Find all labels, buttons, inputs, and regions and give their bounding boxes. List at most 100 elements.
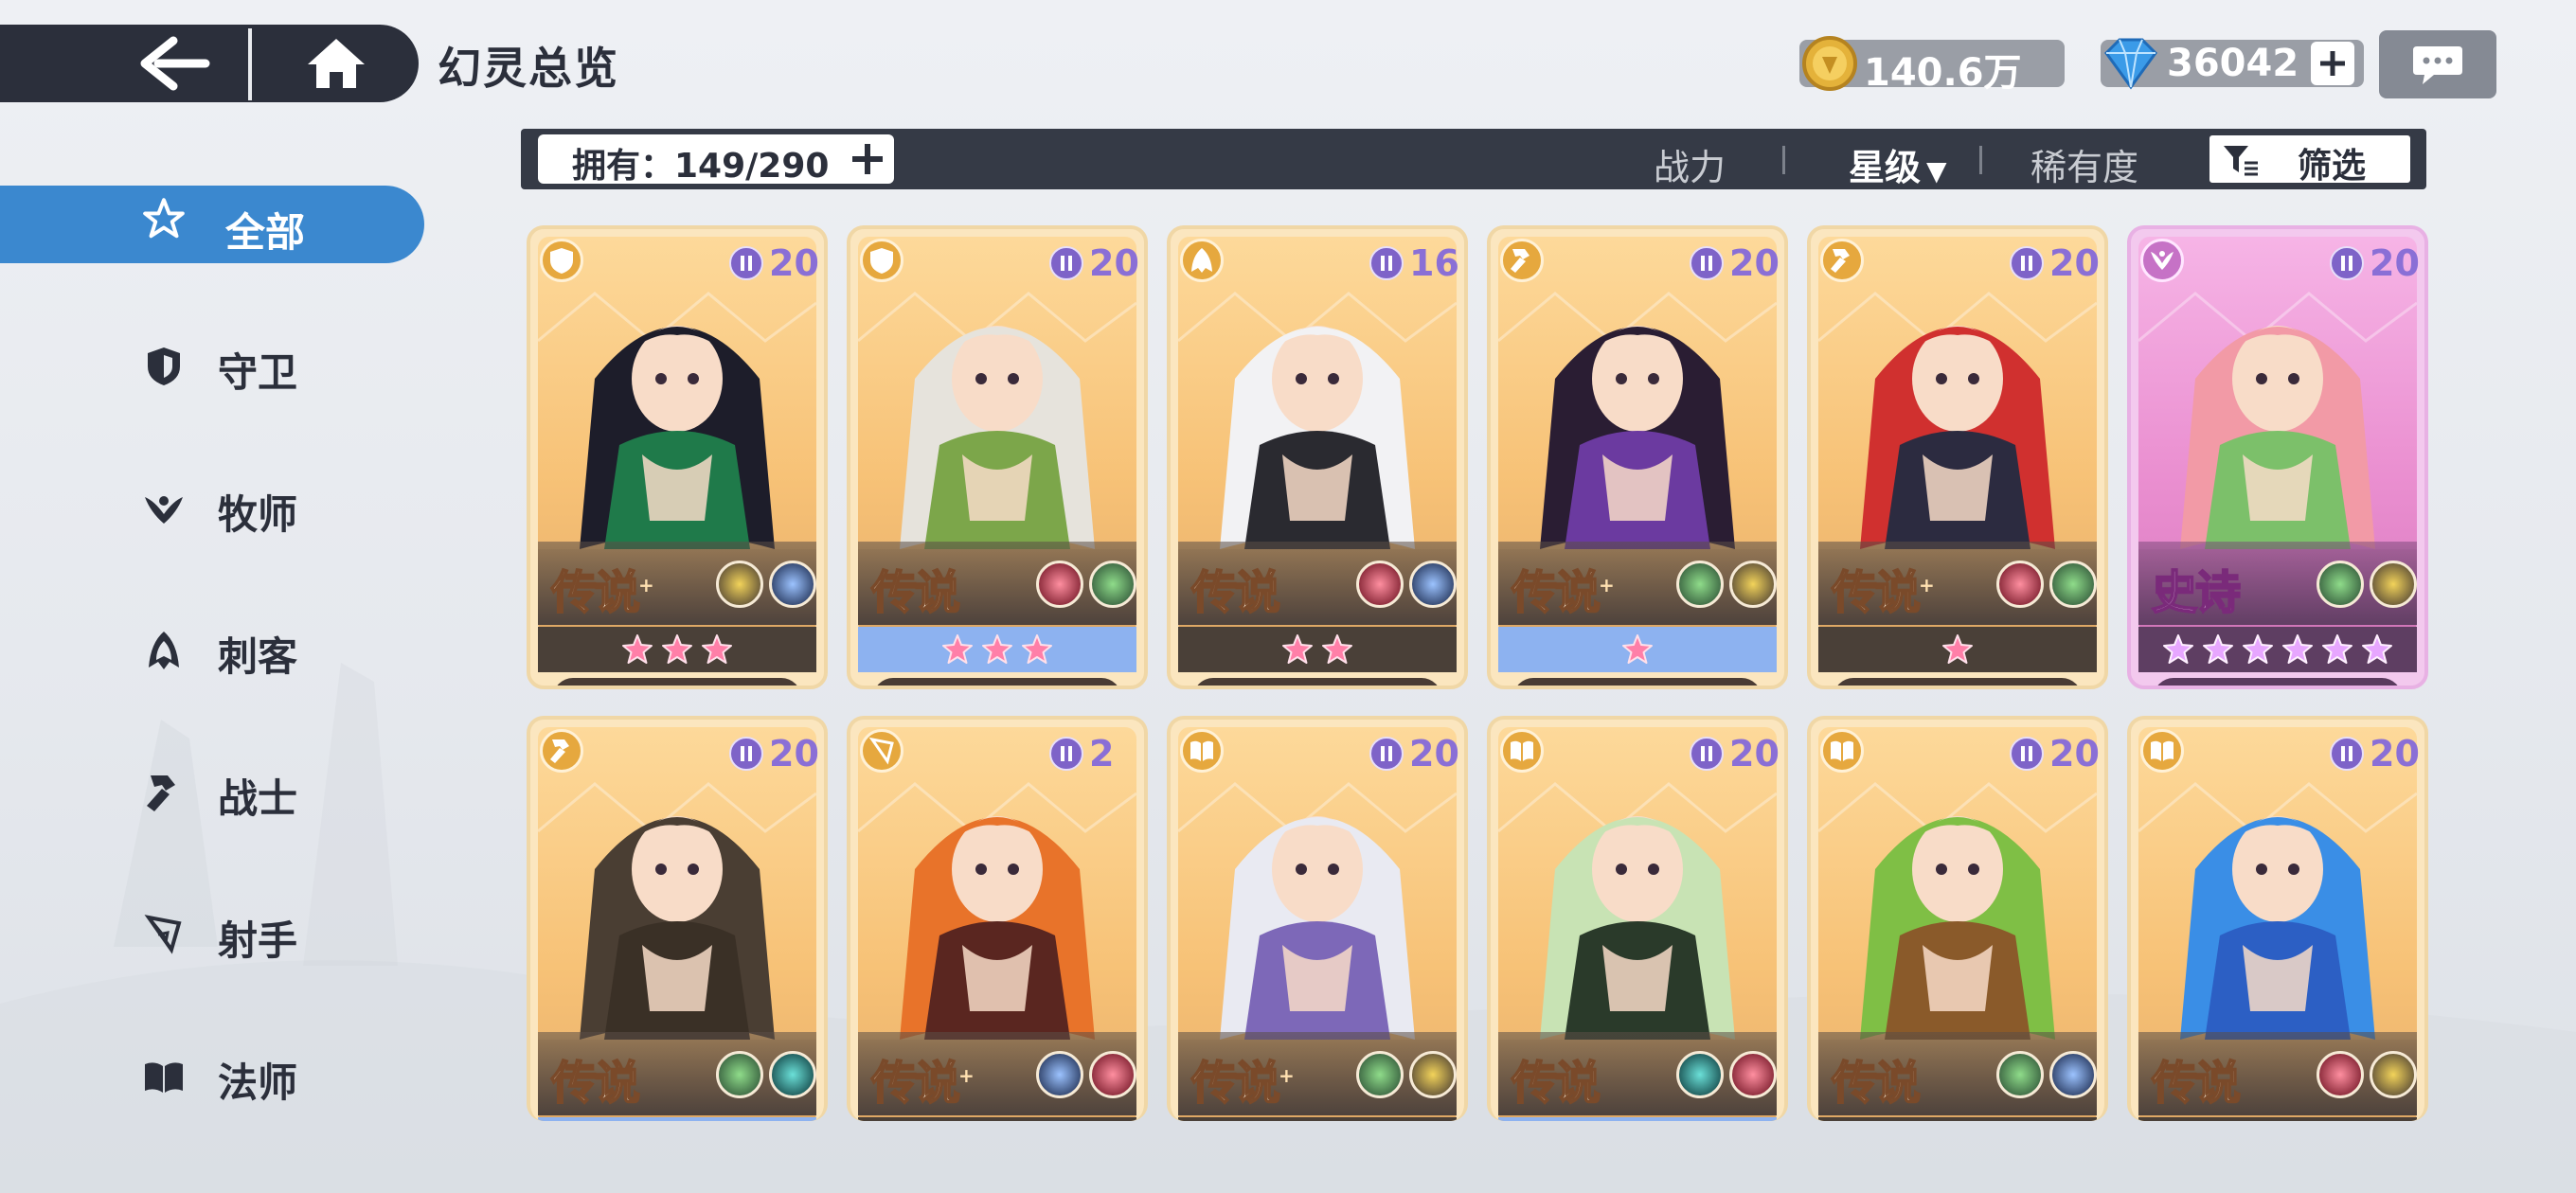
star-rating [858,1117,1136,1121]
shield-icon [142,345,186,388]
star-icon [1322,634,1352,664]
sidebar-item-warrior[interactable]: 战士 [0,754,398,829]
rarity-text: 传说 [1511,1056,1601,1111]
hero-card[interactable]: 20 传说+ [1167,716,1468,1121]
expand-slots-icon[interactable] [849,140,886,178]
level-number: 16 [1409,242,1459,284]
star-icon [702,634,732,664]
crossed-swords-icon: ⚔ [599,683,623,686]
rarity-plus-mark: + [1919,574,1935,596]
sort-rarity-button[interactable]: 稀有度 [2030,138,2138,190]
star-icon [2203,634,2233,664]
toolbar-divider [1979,146,1982,174]
star-icon [662,634,692,664]
level-number: 20 [1729,242,1780,284]
green-lotus-icon [716,1051,763,1098]
book-icon [2140,729,2184,773]
rarity-label: 传说+ [1511,555,1615,621]
rarity-plus-mark: + [1599,574,1615,596]
gem-value: 36042 [2167,42,2299,85]
sort-star-label: 星级 [1849,147,1922,188]
star-icon [2243,634,2273,664]
rarity-label: 传说 [1190,555,1281,621]
gold-value: 140.6万 [1864,51,2022,95]
warrior-icon [1820,239,1864,282]
book-icon [1500,729,1544,773]
page-title: 幻灵总览 [438,43,619,94]
hero-card[interactable]: 20 传说+ ⚔ 172170 [1487,225,1788,689]
gold-lotus-icon [1409,1051,1457,1098]
sidebar-item-label: 刺客 [218,633,298,680]
filter-label: 筛选 [2298,147,2367,186]
combat-power: ⚔ 107935 [1193,678,1441,686]
star-rating [1818,627,2097,672]
star-icon [942,634,973,664]
sort-star-button[interactable]: 星级 ▼ [1849,138,1947,190]
rarity-plus-mark: + [958,1064,975,1087]
sidebar-item-archer[interactable]: 射手 [0,896,398,971]
hero-card[interactable]: 20 传说 ⚔ 158412 [847,225,1148,689]
star-icon [1622,634,1653,664]
level-icon [1049,246,1083,280]
hero-card[interactable]: 16 传说 ⚔ 107935 [1167,225,1468,689]
crossed-swords-icon: ⚔ [2200,683,2224,686]
priest-icon [142,487,186,530]
book-icon [142,1055,186,1098]
sidebar-item-priest[interactable]: 牧师 [0,470,398,545]
sidebar-item-label: 全部 [225,209,306,256]
hero-card[interactable]: 20 传说 [2127,716,2428,1121]
level-number: 20 [1409,733,1459,775]
rarity-text: 传说 [1831,1056,1922,1111]
hero-card[interactable]: 20 传说+ ⚔ 109327 [1807,225,2108,689]
home-button[interactable] [284,25,388,102]
rarity-text: 传说 [870,565,961,620]
red-swirl-icon [2317,1051,2364,1098]
hero-card[interactable]: 20 传说 [1807,716,2108,1121]
gem-icon [2104,38,2157,90]
filter-icon [2224,146,2258,176]
sidebar-item-mage[interactable]: 法师 [0,1038,398,1113]
combat-power-value: 158412 [949,680,1076,686]
green-lotus-icon [1089,561,1136,608]
hero-card[interactable]: 2 传说+ [847,716,1148,1121]
red-swirl-icon [1729,1051,1777,1098]
green-lotus-icon [1356,1051,1404,1098]
warrior-icon [1500,239,1544,282]
sidebar-item-all[interactable]: 全部 [0,186,398,261]
bow-icon [860,729,903,773]
sidebar-item-guard[interactable]: 守卫 [0,328,398,403]
gold-lotus-icon [716,561,763,608]
combat-power-value: 132465 [2229,680,2356,686]
rarity-text: 传说 [1831,565,1922,620]
green-lotus-icon [1996,1051,2044,1098]
rarity-label: 传说+ [870,1045,975,1112]
rarity-label: 传说 [2151,1045,2242,1112]
sidebar-item-label: 射手 [218,917,298,964]
gold-lotus-icon [2370,1051,2417,1098]
star-rating [1178,1117,1457,1121]
level-number: 20 [1729,733,1780,775]
level-icon [1369,737,1404,771]
combat-power-value: 172170 [1589,680,1716,686]
sort-power-button[interactable]: 战力 [1654,138,1726,190]
chat-button[interactable] [2379,30,2496,98]
level-number: 20 [769,242,819,284]
combat-power-value: 107935 [1269,680,1396,686]
hero-card[interactable]: 20 传说 [527,716,828,1121]
gold-coin-icon [1802,36,1857,91]
back-button[interactable] [123,25,227,102]
crossed-swords-icon: ⚔ [1560,683,1583,686]
teal-orb-icon [1676,1051,1724,1098]
hero-card[interactable]: 20 史诗 ⚔ 132465 [2127,225,2428,689]
star-rating [1178,627,1457,672]
sidebar-item-assassin[interactable]: 刺客 [0,612,398,687]
toolbar-divider [1782,146,1785,174]
add-gems-button[interactable] [2311,42,2354,85]
hero-card[interactable]: 20 传说 [1487,716,1788,1121]
green-lotus-icon [2049,561,2097,608]
level-icon [1049,737,1083,771]
dropdown-arrow-icon: ▼ [1926,155,1947,187]
assassin-icon [1180,239,1224,282]
hero-card[interactable]: 20 传说+ ⚔ 183287 [527,225,828,689]
plus-icon [2320,51,2345,76]
